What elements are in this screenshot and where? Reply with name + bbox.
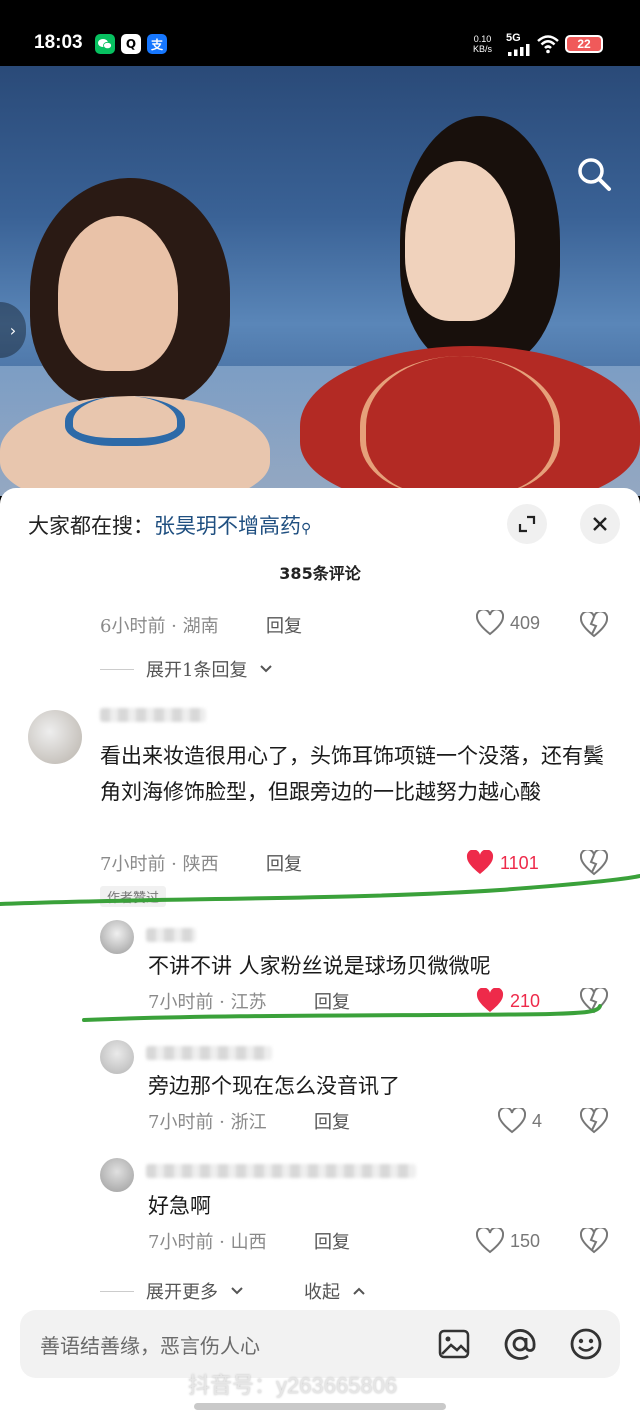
home-indicator[interactable] bbox=[194, 1403, 446, 1410]
dislike-icon[interactable] bbox=[580, 612, 608, 638]
comment-count: 385条评论 bbox=[279, 564, 361, 583]
at-icon[interactable] bbox=[502, 1326, 538, 1362]
dislike-icon[interactable] bbox=[580, 988, 608, 1014]
avatar[interactable] bbox=[100, 920, 134, 954]
network-speed-unit: KB/s bbox=[473, 44, 493, 54]
collapse-replies[interactable]: 收起 bbox=[304, 1278, 366, 1304]
search-icon[interactable] bbox=[574, 154, 614, 194]
comment-sheet: 大家都在搜：张昊玥不增高药⚲ 385条评论 6小时前 · 湖南 回复 409 展… bbox=[0, 488, 640, 1423]
reply-button[interactable]: 回复 bbox=[314, 988, 350, 1014]
expand-sheet-button[interactable] bbox=[507, 504, 547, 544]
like-button[interactable]: 150 bbox=[476, 1228, 540, 1254]
search-suggestion-prefix: 大家都在搜： bbox=[28, 514, 154, 538]
reply-text: 好急啊 bbox=[148, 1194, 211, 1218]
photo-figure-right-face bbox=[405, 161, 515, 321]
annotation-underline bbox=[0, 874, 640, 906]
like-count: 210 bbox=[510, 990, 541, 1011]
image-icon[interactable] bbox=[436, 1326, 472, 1362]
emoji-icon[interactable] bbox=[568, 1326, 604, 1362]
like-button[interactable]: 4 bbox=[498, 1108, 542, 1134]
expand-replies[interactable]: 展开1条回复 bbox=[100, 656, 273, 682]
dislike-icon[interactable] bbox=[580, 1108, 608, 1134]
network-speed-value: 0.10 bbox=[473, 34, 492, 44]
heart-filled-icon bbox=[476, 988, 504, 1012]
avatar[interactable] bbox=[100, 1158, 134, 1192]
expand-divider bbox=[100, 1290, 134, 1292]
heart-icon bbox=[498, 1108, 526, 1134]
photo-figure-right-dress-trim bbox=[360, 356, 560, 496]
chevron-down-icon bbox=[260, 665, 273, 673]
like-count: 1101 bbox=[500, 852, 539, 873]
heart-filled-icon bbox=[466, 850, 494, 874]
like-count: 4 bbox=[532, 1110, 543, 1131]
chevron-down-icon bbox=[231, 1287, 243, 1295]
qq-icon: Q bbox=[121, 34, 141, 54]
reply-button[interactable]: 回复 bbox=[266, 612, 302, 638]
chevron-right-icon[interactable]: › bbox=[0, 302, 26, 358]
reply-time-location: 7小时前 · 江苏 bbox=[148, 992, 267, 1013]
chevron-up-icon bbox=[353, 1287, 365, 1295]
post-photo[interactable]: › bbox=[0, 66, 640, 496]
search-icon: ⚲ bbox=[301, 521, 312, 537]
username-blurred[interactable] bbox=[100, 708, 206, 722]
comment-time-location: 7小时前 · 陕西 bbox=[100, 854, 219, 875]
avatar[interactable] bbox=[100, 1040, 134, 1074]
reply-text: 不讲不讲 人家粉丝说是球场贝微微呢 bbox=[148, 954, 491, 978]
status-time: 18:03 bbox=[34, 32, 83, 53]
reply-time-location: 7小时前 · 山西 bbox=[148, 1232, 267, 1253]
expand-icon bbox=[518, 515, 536, 533]
heart-icon bbox=[476, 1228, 504, 1254]
comment-time-location: 6小时前 · 湖南 bbox=[100, 616, 219, 637]
wifi-icon bbox=[537, 35, 559, 54]
status-bar: 18:03 Q 支 0.10 KB/s 5G 22 bbox=[0, 0, 640, 66]
like-button[interactable]: 210 bbox=[476, 988, 540, 1014]
like-button[interactable]: 409 bbox=[476, 610, 540, 636]
expand-replies-label: 展开1条回复 bbox=[146, 660, 248, 681]
expand-more-replies[interactable]: 展开更多 bbox=[100, 1278, 244, 1304]
network-type: 5G bbox=[506, 32, 521, 44]
dislike-icon[interactable] bbox=[580, 850, 608, 876]
reply-time-location: 7小时前 · 浙江 bbox=[148, 1112, 267, 1133]
comment-text: 看出来妆造很用心了，头饰耳饰项链一个没落，还有鬓角刘海修饰脸型，但跟旁边的一比越… bbox=[100, 744, 604, 804]
search-suggestion-keyword[interactable]: 张昊玥不增高药 bbox=[154, 514, 301, 538]
collapse-label: 收起 bbox=[304, 1282, 340, 1303]
close-button[interactable] bbox=[580, 504, 620, 544]
reply-text: 旁边那个现在怎么没音讯了 bbox=[148, 1074, 400, 1098]
wechat-icon bbox=[95, 34, 115, 54]
avatar[interactable] bbox=[28, 710, 82, 764]
photo-figure-left-face bbox=[58, 216, 178, 371]
username-blurred[interactable] bbox=[146, 928, 196, 942]
like-button[interactable]: 1101 bbox=[466, 850, 539, 876]
expand-more-label: 展开更多 bbox=[146, 1282, 218, 1303]
like-count: 409 bbox=[510, 612, 541, 633]
close-icon bbox=[593, 517, 607, 531]
search-suggestion[interactable]: 大家都在搜：张昊玥不增高药⚲ bbox=[28, 510, 311, 540]
heart-icon bbox=[476, 610, 504, 636]
reply-button[interactable]: 回复 bbox=[314, 1228, 350, 1254]
author-liked-badge: 作者赞过 bbox=[100, 886, 167, 907]
reply-button[interactable]: 回复 bbox=[314, 1108, 350, 1134]
photo-figure-left-necklace bbox=[65, 396, 185, 446]
reply-button[interactable]: 回复 bbox=[266, 850, 302, 876]
network-speed: 0.10 KB/s bbox=[473, 34, 492, 54]
username-blurred[interactable] bbox=[146, 1046, 272, 1060]
comment-input-placeholder: 善语结善缘，恶言伤人心 bbox=[40, 1334, 260, 1358]
battery-indicator: 22 bbox=[565, 35, 603, 53]
like-count: 150 bbox=[510, 1230, 541, 1251]
alipay-icon: 支 bbox=[147, 34, 167, 54]
watermark: 抖音号：y263665806 bbox=[188, 1373, 398, 1398]
username-blurred[interactable] bbox=[146, 1164, 416, 1178]
expand-divider bbox=[100, 668, 134, 670]
signal-icon bbox=[508, 44, 530, 56]
dislike-icon[interactable] bbox=[580, 1228, 608, 1254]
